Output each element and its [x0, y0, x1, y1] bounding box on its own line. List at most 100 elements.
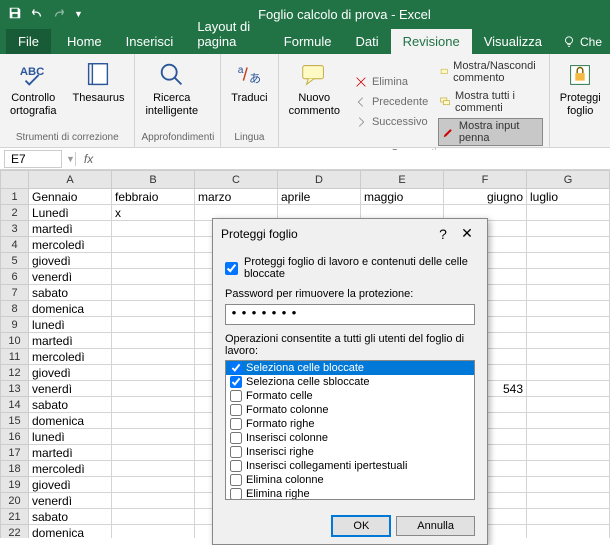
cell[interactable]: venerdì [29, 269, 112, 285]
password-input[interactable] [225, 304, 475, 325]
undo-icon[interactable] [30, 6, 44, 23]
row-header[interactable]: 17 [1, 445, 29, 461]
name-box[interactable]: E7 [4, 150, 62, 168]
cell[interactable] [112, 429, 195, 445]
fx-icon[interactable]: fx [75, 152, 101, 166]
cell[interactable]: sabato [29, 285, 112, 301]
row-header[interactable]: 21 [1, 509, 29, 525]
cell[interactable]: venerdì [29, 493, 112, 509]
permission-item[interactable]: Inserisci collegamenti ipertestuali [226, 459, 474, 473]
qat-dropdown-icon[interactable]: ▼ [74, 9, 83, 19]
cell[interactable] [112, 253, 195, 269]
cell[interactable] [527, 365, 610, 381]
column-header[interactable]: B [112, 171, 195, 189]
permission-item[interactable]: Seleziona celle sbloccate [226, 375, 474, 389]
cell[interactable] [527, 429, 610, 445]
cell[interactable] [112, 269, 195, 285]
showhide-comment-button[interactable]: Mostra/Nascondi commento [438, 58, 543, 86]
cell[interactable] [527, 221, 610, 237]
cell[interactable]: giovedì [29, 477, 112, 493]
column-header[interactable]: C [195, 171, 278, 189]
row-header[interactable]: 2 [1, 205, 29, 221]
translate-button[interactable]: aあ Traduci [227, 58, 271, 130]
select-all-corner[interactable] [1, 171, 29, 189]
newcomment-button[interactable]: Nuovo commento [285, 58, 344, 146]
cell[interactable] [112, 237, 195, 253]
permission-checkbox[interactable] [230, 376, 242, 388]
redo-icon[interactable] [52, 6, 66, 23]
row-header[interactable]: 19 [1, 477, 29, 493]
cell[interactable] [527, 397, 610, 413]
cell[interactable] [112, 221, 195, 237]
spellcheck-button[interactable]: ABC Controllo ortografia [6, 58, 60, 130]
row-header[interactable]: 1 [1, 189, 29, 205]
tab-file[interactable]: File [6, 29, 51, 54]
cell[interactable]: mercoledì [29, 461, 112, 477]
permission-item[interactable]: Formato celle [226, 389, 474, 403]
row-header[interactable]: 12 [1, 365, 29, 381]
cell[interactable] [112, 285, 195, 301]
permission-checkbox[interactable] [230, 390, 242, 402]
cell[interactable]: lunedì [29, 429, 112, 445]
column-header[interactable]: G [527, 171, 610, 189]
tab-revisione[interactable]: Revisione [391, 29, 472, 54]
cell[interactable] [527, 237, 610, 253]
protect-contents-checkbox[interactable] [225, 262, 238, 275]
row-header[interactable]: 15 [1, 413, 29, 429]
row-header[interactable]: 14 [1, 397, 29, 413]
row-header[interactable]: 3 [1, 221, 29, 237]
cell[interactable]: febbraio [112, 189, 195, 205]
cell[interactable] [527, 253, 610, 269]
cell[interactable] [527, 333, 610, 349]
tab-dati[interactable]: Dati [343, 29, 390, 54]
thesaurus-button[interactable]: Thesaurus [68, 58, 128, 130]
row-header[interactable]: 16 [1, 429, 29, 445]
cell[interactable] [527, 269, 610, 285]
cell[interactable]: maggio [361, 189, 444, 205]
cell[interactable] [527, 381, 610, 397]
cell[interactable] [112, 525, 195, 539]
row-header[interactable]: 18 [1, 461, 29, 477]
cell[interactable] [527, 525, 610, 539]
cell[interactable] [112, 445, 195, 461]
row-header[interactable]: 5 [1, 253, 29, 269]
permission-item[interactable]: Inserisci colonne [226, 431, 474, 445]
permission-item[interactable]: Seleziona celle bloccate [226, 361, 474, 375]
permission-item[interactable]: Inserisci righe [226, 445, 474, 459]
save-icon[interactable] [8, 6, 22, 23]
cell[interactable]: mercoledì [29, 349, 112, 365]
cell[interactable]: martedì [29, 221, 112, 237]
tab-inserisci[interactable]: Inserisci [114, 29, 186, 54]
close-icon[interactable]: ✕ [455, 225, 479, 242]
cell[interactable] [112, 477, 195, 493]
tab-layout[interactable]: Layout di pagina [185, 14, 271, 54]
tab-formule[interactable]: Formule [272, 29, 344, 54]
cell[interactable]: marzo [195, 189, 278, 205]
row-header[interactable]: 10 [1, 333, 29, 349]
showall-comments-button[interactable]: Mostra tutti i commenti [438, 88, 543, 116]
permission-item[interactable]: Elimina colonne [226, 473, 474, 487]
row-header[interactable]: 13 [1, 381, 29, 397]
row-header[interactable]: 20 [1, 493, 29, 509]
cell[interactable] [527, 317, 610, 333]
cell[interactable]: aprile [278, 189, 361, 205]
column-header[interactable]: D [278, 171, 361, 189]
column-header[interactable]: F [444, 171, 527, 189]
cell[interactable]: domenica [29, 301, 112, 317]
permission-checkbox[interactable] [230, 474, 242, 486]
cell[interactable] [527, 413, 610, 429]
column-header[interactable]: E [361, 171, 444, 189]
cell[interactable] [527, 285, 610, 301]
cell[interactable] [527, 493, 610, 509]
cell[interactable]: martedì [29, 333, 112, 349]
cell[interactable]: venerdì [29, 381, 112, 397]
cell[interactable]: giovedì [29, 253, 112, 269]
cell[interactable] [112, 397, 195, 413]
delete-comment-button[interactable]: Elimina [352, 73, 430, 91]
cell[interactable] [112, 493, 195, 509]
cell[interactable] [527, 477, 610, 493]
cell[interactable]: Gennaio [29, 189, 112, 205]
permission-checkbox[interactable] [230, 488, 242, 500]
cell[interactable] [112, 461, 195, 477]
cell[interactable]: lunedì [29, 317, 112, 333]
